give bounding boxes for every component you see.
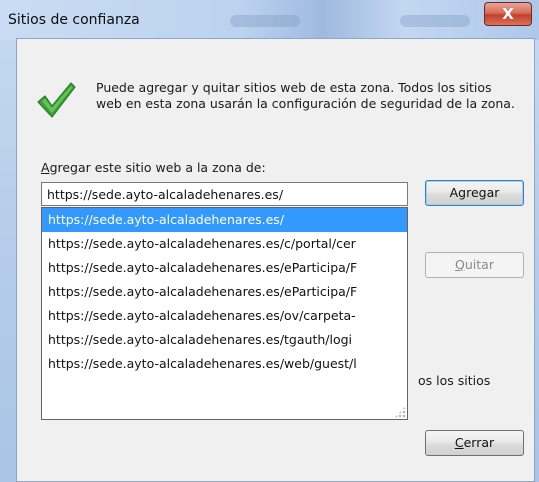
suggestion-item[interactable]: https://sede.ayto-alcaladehenares.es/ePa… — [42, 256, 407, 280]
remove-button[interactable]: Quitar — [425, 252, 524, 278]
zone-description: Puede agregar y quitar sitios web de est… — [96, 80, 515, 111]
suggestion-item[interactable]: https://sede.ayto-alcaladehenares.es/ov/… — [42, 304, 407, 328]
window-title: Sitios de confianza — [8, 12, 140, 28]
site-url-input[interactable] — [41, 182, 408, 206]
partially-hidden-checkbox-label: os los sitios — [418, 373, 491, 388]
suggestion-item[interactable]: https://sede.ayto-alcaladehenares.es/ePa… — [42, 280, 407, 304]
resize-grip-icon[interactable] — [394, 406, 406, 418]
dialog-window: Sitios de confianza X Puede agregar y qu… — [0, 0, 539, 482]
suggestion-item[interactable]: https://sede.ayto-alcaladehenares.es/c/p… — [42, 232, 407, 256]
close-icon: X — [502, 5, 514, 23]
background-window-ghost — [400, 15, 470, 27]
suggestion-item[interactable]: https://sede.ayto-alcaladehenares.es/ — [42, 208, 407, 232]
suggestion-item[interactable]: https://sede.ayto-alcaladehenares.es/tga… — [42, 328, 407, 352]
autocomplete-dropdown: https://sede.ayto-alcaladehenares.es/ ht… — [41, 207, 408, 420]
title-bar[interactable]: Sitios de confianza X — [0, 0, 539, 40]
close-dialog-button[interactable]: Cerrar — [425, 430, 524, 456]
suggestion-item[interactable]: https://sede.ayto-alcaladehenares.es/web… — [42, 352, 407, 376]
add-site-label: Agregar este sitio web a la zona de: — [41, 160, 266, 175]
checkmark-icon — [37, 82, 76, 118]
background-window-ghost — [230, 15, 300, 27]
close-button[interactable]: X — [484, 2, 532, 26]
add-button[interactable]: Agregar — [425, 180, 524, 206]
